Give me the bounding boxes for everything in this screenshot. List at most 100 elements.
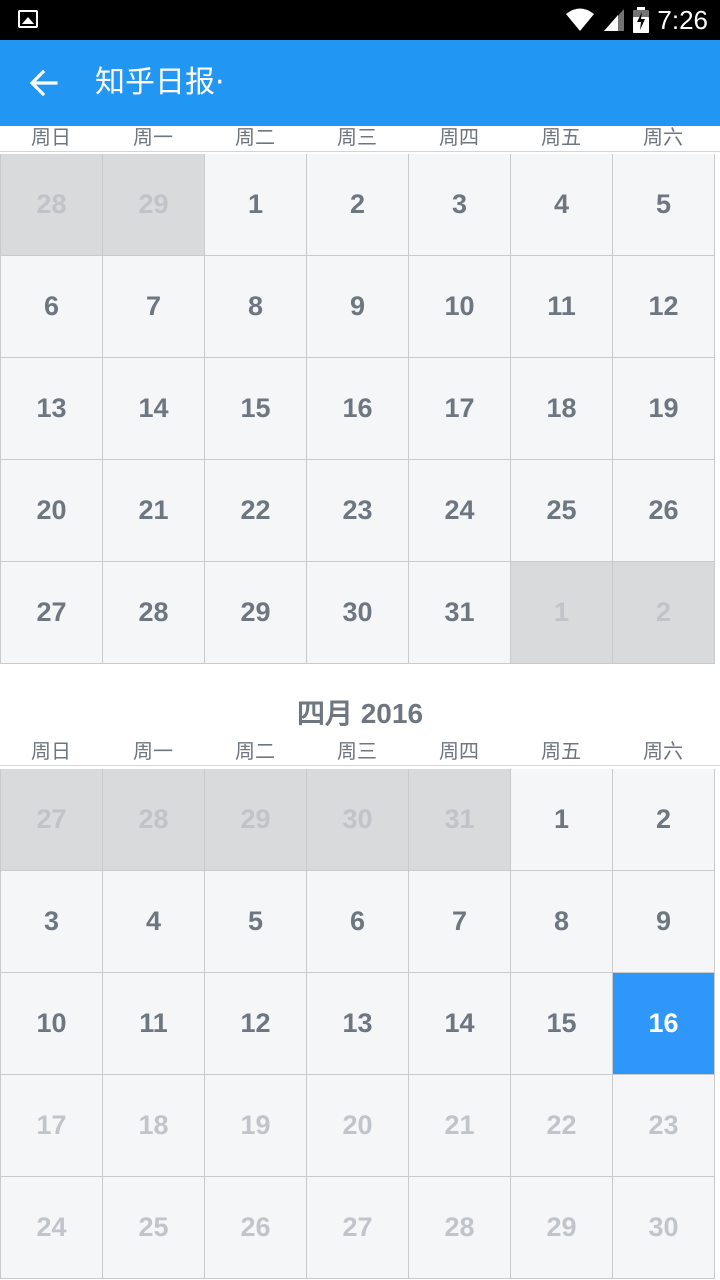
month-title: 四月 2016 bbox=[296, 698, 424, 729]
day-cell[interactable]: 14 bbox=[103, 358, 205, 460]
weekday-label: 周四 bbox=[439, 126, 479, 149]
day-cell[interactable]: 18 bbox=[511, 358, 613, 460]
day-cell[interactable]: 12 bbox=[613, 256, 715, 358]
day-cell: 28 bbox=[1, 154, 103, 256]
day-cell[interactable]: 4 bbox=[103, 871, 205, 973]
day-cell[interactable]: 5 bbox=[205, 871, 307, 973]
day-cell[interactable]: 23 bbox=[307, 460, 409, 562]
calendar-scroll-view[interactable]: 周日 周一 周二 周三 周四 周五 周六 28 29 1 2 3 4 5 6 7 8 9 10 11 12… bbox=[0, 126, 720, 1280]
wifi-icon bbox=[566, 8, 595, 31]
weekday-label: 周二 bbox=[235, 739, 275, 763]
day-cell[interactable]: 15 bbox=[511, 973, 613, 1075]
day-cell: 2 bbox=[613, 562, 715, 664]
day-cell: 29 bbox=[205, 769, 307, 871]
day-cell: 28 bbox=[103, 769, 205, 871]
day-cell: 23 bbox=[613, 1075, 715, 1177]
status-bar: 7:26 bbox=[0, 0, 720, 40]
weekday-label: 周六 bbox=[643, 126, 683, 149]
day-cell[interactable]: 29 bbox=[205, 562, 307, 664]
day-cell: 27 bbox=[307, 1177, 409, 1279]
image-notification-icon bbox=[18, 10, 38, 28]
day-cell[interactable]: 1 bbox=[511, 769, 613, 871]
weekday-label: 周三 bbox=[337, 739, 377, 763]
day-cell[interactable]: 8 bbox=[205, 256, 307, 358]
day-cell: 31 bbox=[409, 769, 511, 871]
day-cell[interactable]: 25 bbox=[511, 460, 613, 562]
day-cell: 22 bbox=[511, 1075, 613, 1177]
day-cell[interactable]: 20 bbox=[1, 460, 103, 562]
day-cell[interactable]: 15 bbox=[205, 358, 307, 460]
month-grid: 27 28 29 30 31 1 2 3 4 5 6 7 8 9 10 11 12 13 14 15 16 17 18 19 2… bbox=[0, 769, 716, 1279]
day-cell: 1 bbox=[511, 562, 613, 664]
day-cell[interactable]: 11 bbox=[511, 256, 613, 358]
day-cell: 29 bbox=[511, 1177, 613, 1279]
day-cell[interactable]: 19 bbox=[613, 358, 715, 460]
cell-signal-icon bbox=[604, 9, 625, 31]
day-cell[interactable]: 12 bbox=[205, 973, 307, 1075]
day-cell: 27 bbox=[1, 769, 103, 871]
day-cell[interactable]: 3 bbox=[409, 154, 511, 256]
day-cell[interactable]: 9 bbox=[307, 256, 409, 358]
selected-day-cell[interactable]: 16 bbox=[613, 973, 715, 1075]
day-cell: 19 bbox=[205, 1075, 307, 1177]
day-cell: 28 bbox=[409, 1177, 511, 1279]
day-cell[interactable]: 26 bbox=[613, 460, 715, 562]
day-cell: 21 bbox=[409, 1075, 511, 1177]
weekday-label: 周五 bbox=[541, 126, 581, 149]
day-cell[interactable]: 16 bbox=[307, 358, 409, 460]
weekday-label: 周日 bbox=[31, 739, 71, 763]
day-cell[interactable]: 2 bbox=[307, 154, 409, 256]
day-cell[interactable]: 13 bbox=[307, 973, 409, 1075]
day-cell: 20 bbox=[307, 1075, 409, 1177]
weekday-label: 周二 bbox=[235, 126, 275, 149]
clock: 7:26 bbox=[657, 4, 708, 35]
day-cell[interactable]: 3 bbox=[1, 871, 103, 973]
day-cell[interactable]: 2 bbox=[613, 769, 715, 871]
battery-charging-icon bbox=[633, 7, 650, 33]
day-cell: 26 bbox=[205, 1177, 307, 1279]
day-cell[interactable]: 11 bbox=[103, 973, 205, 1075]
day-cell[interactable]: 7 bbox=[409, 871, 511, 973]
day-cell[interactable]: 8 bbox=[511, 871, 613, 973]
day-cell: 30 bbox=[613, 1177, 715, 1279]
day-cell[interactable]: 1 bbox=[205, 154, 307, 256]
weekday-label: 周日 bbox=[31, 126, 71, 149]
month-grid: 28 29 1 2 3 4 5 6 7 8 9 10 11 12 13 14 15 16 17 18 19 20 21 22 2… bbox=[0, 154, 716, 664]
day-cell[interactable]: 13 bbox=[1, 358, 103, 460]
app-bar: 知乎日报· bbox=[0, 40, 720, 126]
day-cell[interactable]: 28 bbox=[103, 562, 205, 664]
day-cell[interactable]: 31 bbox=[409, 562, 511, 664]
weekday-label: 周四 bbox=[439, 739, 479, 763]
weekday-label: 周一 bbox=[133, 739, 173, 763]
weekday-label: 周三 bbox=[337, 126, 377, 149]
day-cell[interactable]: 24 bbox=[409, 460, 511, 562]
weekday-label: 周一 bbox=[133, 126, 173, 149]
day-cell: 30 bbox=[307, 769, 409, 871]
day-cell[interactable]: 27 bbox=[1, 562, 103, 664]
day-cell[interactable]: 10 bbox=[409, 256, 511, 358]
day-cell[interactable]: 10 bbox=[1, 973, 103, 1075]
day-cell[interactable]: 7 bbox=[103, 256, 205, 358]
day-cell[interactable]: 21 bbox=[103, 460, 205, 562]
day-cell[interactable]: 6 bbox=[307, 871, 409, 973]
day-cell[interactable]: 9 bbox=[613, 871, 715, 973]
day-cell: 17 bbox=[1, 1075, 103, 1177]
arrow-back-icon bbox=[30, 69, 58, 97]
day-cell[interactable]: 5 bbox=[613, 154, 715, 256]
day-cell[interactable]: 6 bbox=[1, 256, 103, 358]
weekday-header: 周日 周一 周二 周三 周四 周五 周六 bbox=[0, 126, 720, 152]
day-cell: 29 bbox=[103, 154, 205, 256]
day-cell: 24 bbox=[1, 1177, 103, 1279]
weekday-header: 周日 周一 周二 周三 周四 周五 周六 bbox=[0, 738, 720, 766]
day-cell[interactable]: 30 bbox=[307, 562, 409, 664]
day-cell: 18 bbox=[103, 1075, 205, 1177]
day-cell[interactable]: 17 bbox=[409, 358, 511, 460]
day-cell[interactable]: 4 bbox=[511, 154, 613, 256]
page-title: 知乎日报· bbox=[95, 65, 225, 100]
weekday-label: 周六 bbox=[643, 739, 683, 763]
back-button[interactable] bbox=[20, 59, 68, 107]
day-cell[interactable]: 22 bbox=[205, 460, 307, 562]
day-cell: 25 bbox=[103, 1177, 205, 1279]
weekday-label: 周五 bbox=[541, 739, 581, 763]
day-cell[interactable]: 14 bbox=[409, 973, 511, 1075]
